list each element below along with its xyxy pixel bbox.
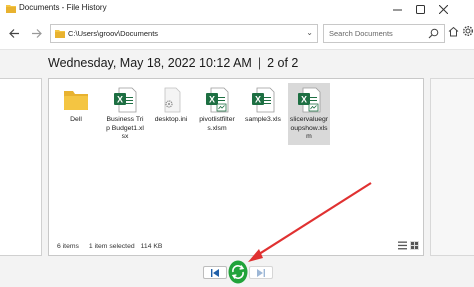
home-icon[interactable] [448,26,459,37]
file-history-window: Documents - File History C:\Users\groov\… [0,0,474,287]
excel-macro-icon: X [206,87,229,113]
maximize-button[interactable] [409,0,431,18]
minimize-icon [392,9,402,10]
heading-separator: | [257,56,262,70]
file-name: desktop.ini [154,116,188,123]
chevron-down-icon[interactable]: ⌄ [306,28,313,37]
previous-snapshot-panel[interactable] [0,78,42,256]
search-input[interactable]: Search Documents [323,24,445,43]
close-button[interactable] [432,0,454,18]
search-placeholder: Search Documents [329,29,393,38]
back-button[interactable] [6,25,22,41]
close-icon [438,4,448,14]
skip-forward-icon [257,268,265,277]
file-name: sample3.xls [245,116,281,123]
excel-macro-icon: X [298,87,321,113]
address-bar[interactable]: C:\Users\groov\Documents ⌄ [50,24,318,43]
large-icons-view-icon[interactable] [410,241,419,250]
file-item-slicervaluegroupshow[interactable]: X slicervaluegroupshow.xlsm [288,83,330,145]
snapshot-heading: Wednesday, May 18, 2022 10:12 AM | 2 of 2 [48,56,298,70]
arrow-right-icon [31,28,42,38]
svg-text:X: X [301,95,307,105]
settings-file-icon [164,87,181,113]
file-name: Dell [70,116,82,123]
excel-icon: X [252,87,275,113]
arrow-left-icon [8,28,19,38]
minimize-button[interactable] [386,0,408,18]
toolbar: C:\Users\groov\Documents ⌄ Search Docume… [0,18,474,50]
excel-icon: X [114,87,137,113]
svg-text:X: X [117,95,123,105]
folder-icon [6,5,16,13]
skip-back-icon [211,268,219,277]
file-item-business-trip[interactable]: X Business Trip Budget1.xlsx [104,83,146,142]
snapshot-date: Wednesday, May 18, 2022 10:12 AM [48,56,252,70]
file-name: pivotlistfilters.xlsm [199,116,235,132]
title-bar: Documents - File History [0,0,474,18]
search-icon [428,28,439,39]
next-snapshot-panel [430,78,474,256]
selection-count: 1 item selected [88,243,135,250]
file-name: slicervaluegroupshow.xlsm [289,116,329,140]
maximize-icon [415,4,425,14]
file-item-dell[interactable]: Dell [55,83,97,125]
status-bar: 6 items 1 item selected 114 KB [57,243,162,250]
item-count: 6 items [57,243,79,250]
window-title: Documents - File History [19,3,107,12]
gear-icon[interactable] [462,25,474,37]
file-list-panel: Dell X Business Trip Budget1.xlsx deskto… [48,78,424,256]
forward-button[interactable] [28,25,44,41]
address-path: C:\Users\groov\Documents [68,29,159,38]
folder-icon [64,91,88,110]
previous-version-button[interactable] [203,266,227,279]
file-name: Business Trip Budget1.xlsx [106,116,144,140]
svg-text:X: X [209,95,215,105]
file-item-pivotlistfilters[interactable]: X pivotlistfilters.xlsm [196,83,238,133]
folder-icon [55,30,65,38]
snapshot-version: 2 of 2 [267,56,299,70]
svg-text:X: X [255,95,261,105]
restore-button[interactable] [228,260,248,284]
file-item-desktop-ini[interactable]: desktop.ini [150,83,192,125]
next-version-button[interactable] [249,266,273,279]
selection-size: 114 KB [140,243,163,250]
playback-controls [0,256,474,287]
details-view-icon[interactable] [398,241,407,250]
file-item-sample3[interactable]: X sample3.xls [242,83,284,125]
